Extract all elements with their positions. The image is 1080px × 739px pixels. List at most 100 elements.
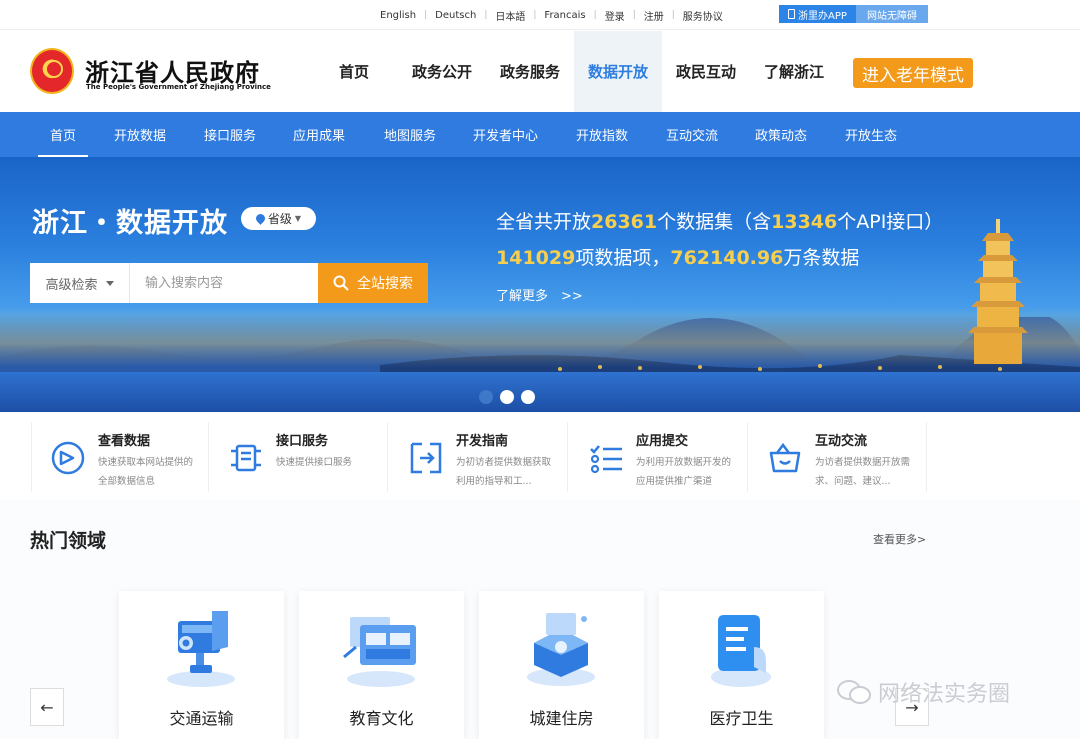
advanced-search-dropdown[interactable]: 高级检索 [30,263,130,303]
hot-card-healthcare[interactable]: 医疗卫生 [659,591,824,739]
top-utility-bar: English | Deutsch | 日本語 | Francais | 登录 | 注册 |… [0,0,1080,30]
hot-card-transport[interactable]: 交通运输 [119,591,284,739]
quick-entry-app-submit[interactable]: 应用提交 为利用开放数据开发的应用提供推广渠道 [570,422,748,492]
hot-card-label: 城建住房 [529,709,594,728]
pagoda-illustration [968,219,1028,364]
stats-prefix: 全省共开放 [496,211,592,233]
subnav-home[interactable]: 首页 [37,112,89,157]
nav-home[interactable]: 首页 [310,31,398,112]
main-nav: 首页 政务公开 政务服务 数据开放 政民互动 了解浙江 [310,31,838,112]
carousel-dot-3[interactable] [521,390,535,404]
learn-more-link[interactable]: 了解更多 >> [496,285,583,304]
stats-suffix: 个API接口） [837,211,944,233]
subnav-applications[interactable]: 应用成果 [293,112,345,157]
lake-water [0,372,1080,412]
service-agreement-link[interactable]: 服务协议 [675,8,731,23]
dev-guide-icon [410,442,442,474]
stats-line-datasets: 全省共开放26361个数据集（含13346个API接口） [496,207,943,234]
site-subtitle: The People's Government of Zhejiang Prov… [86,83,271,91]
login-link[interactable]: 登录 [597,8,633,23]
quick-entry-api-service[interactable]: 接口服务 快速提供接口服务 [210,422,388,492]
stats-items-label: 项数据项， [575,247,671,269]
nav-data-open[interactable]: 数据开放 [574,31,662,112]
utility-links: English | Deutsch | 日本語 | Francais | 登录 | 注册 |… [372,0,731,30]
nav-government-services[interactable]: 政务服务 [486,31,574,112]
app-submit-icon [590,445,622,474]
wechat-watermark: 网络法实务圈 [836,676,1010,708]
search-input[interactable] [130,264,318,302]
quick-entry-desc: 为初访者提供数据获取利用的指导和工... [456,457,552,487]
lang-english-link[interactable]: English [372,10,424,21]
arrow-left-icon: ← [40,697,54,717]
search-button-label: 全站搜索 [357,276,413,292]
nav-about-zhejiang[interactable]: 了解浙江 [750,31,838,112]
education-screen-icon [343,617,416,687]
hot-areas-title: 热门领域 [30,530,107,552]
view-data-icon [51,441,85,475]
construction-house-icon [527,613,595,686]
quick-entry-title: 应用提交 [636,434,689,449]
subnav-api-service[interactable]: 接口服务 [204,112,256,157]
zheliban-app-button[interactable]: 浙里办APP [779,5,856,23]
lang-french-link[interactable]: Francais [536,10,593,21]
main-header: 浙江省人民政府 The People's Government of Zheji… [0,31,1080,112]
chevron-down-icon: ▼ [294,214,302,223]
transport-camera-icon [167,611,235,687]
records-count: 762140.96 [670,247,784,269]
subnav-interaction[interactable]: 互动交流 [666,112,718,157]
quick-entry-title: 开发指南 [456,434,509,449]
data-items-count: 141029 [496,247,576,269]
nav-interaction[interactable]: 政民互动 [662,31,750,112]
quick-entry-title: 互动交流 [815,434,868,449]
carousel-dot-1[interactable] [479,390,493,404]
subnav-open-index[interactable]: 开放指数 [576,112,628,157]
caret-down-icon [105,280,114,286]
quick-entry-view-data[interactable]: 查看数据 快速获取本网站提供的全部数据信息 [31,422,209,492]
phone-icon [788,9,796,19]
interaction-icon [769,442,801,473]
api-service-icon [231,444,261,472]
banner-title: 浙江・数据开放 [32,208,228,239]
hot-card-label: 交通运输 [169,709,234,728]
view-more-link[interactable]: 查看更多> [873,531,926,547]
location-pin-icon [254,212,267,225]
subnav-open-ecosystem[interactable]: 开放生态 [845,112,897,157]
region-selector[interactable]: 省级 ▼ [241,207,316,230]
hot-card-construction[interactable]: 城建住房 [479,591,644,739]
wechat-icon [837,680,871,704]
stats-records-label: 万条数据 [783,247,860,269]
elder-mode-button[interactable]: 进入老年模式 [853,58,973,88]
subnav-developer-center[interactable]: 开发者中心 [473,112,538,157]
carousel-dot-2[interactable] [500,390,514,404]
hot-card-education[interactable]: 教育文化 [299,591,464,739]
nav-government-affairs[interactable]: 政务公开 [398,31,486,112]
watermark-text: 网络法实务圈 [878,682,1011,707]
site-search-button[interactable]: 全站搜索 [318,263,428,303]
quick-entry-title: 查看数据 [98,434,151,449]
quick-entry-desc: 快速获取本网站提供的全部数据信息 [98,457,194,487]
region-label: 省级 [267,212,292,226]
healthcare-document-icon [711,615,771,687]
search-icon [333,275,349,291]
stats-mid: 个数据集（含 [657,211,772,233]
advanced-search-label: 高级检索 [45,277,98,293]
register-link[interactable]: 注册 [636,8,672,23]
search-bar: 高级检索 [30,263,318,303]
quick-entry-title: 接口服务 [276,434,329,449]
quick-entry-dev-guide[interactable]: 开发指南 为初访者提供数据获取利用的指导和工... [390,422,568,492]
subnav-map-service[interactable]: 地图服务 [384,112,436,157]
quick-entry-bar: 查看数据 快速获取本网站提供的全部数据信息 接口服务 快速提供接口服务 开发指南… [0,412,1080,500]
quick-entry-desc: 为利用开放数据开发的应用提供推广渠道 [636,457,732,487]
carousel-prev-button[interactable]: ← [30,688,64,726]
quick-entry-interaction[interactable]: 互动交流 为访者提供数据开放需求、问题、建议... [749,422,927,492]
hero-banner: 浙江・数据开放 省级 ▼ 高级检索 全站搜索 全省共开放26361个数据集（含1… [0,157,1080,412]
subnav-open-data[interactable]: 开放数据 [114,112,166,157]
accessibility-button[interactable]: 网站无障碍 [856,5,928,23]
app-button-label: 浙里办APP [798,10,847,22]
lang-japanese-link[interactable]: 日本語 [487,8,533,23]
subnav-policy-news[interactable]: 政策动态 [755,112,807,157]
sub-nav: 首页 开放数据 接口服务 应用成果 地图服务 开发者中心 开放指数 互动交流 政… [0,112,1080,157]
quick-entry-desc: 为访者提供数据开放需求、问题、建议... [815,457,911,487]
datasets-count: 26361 [591,211,658,233]
lang-deutsch-link[interactable]: Deutsch [427,10,484,21]
